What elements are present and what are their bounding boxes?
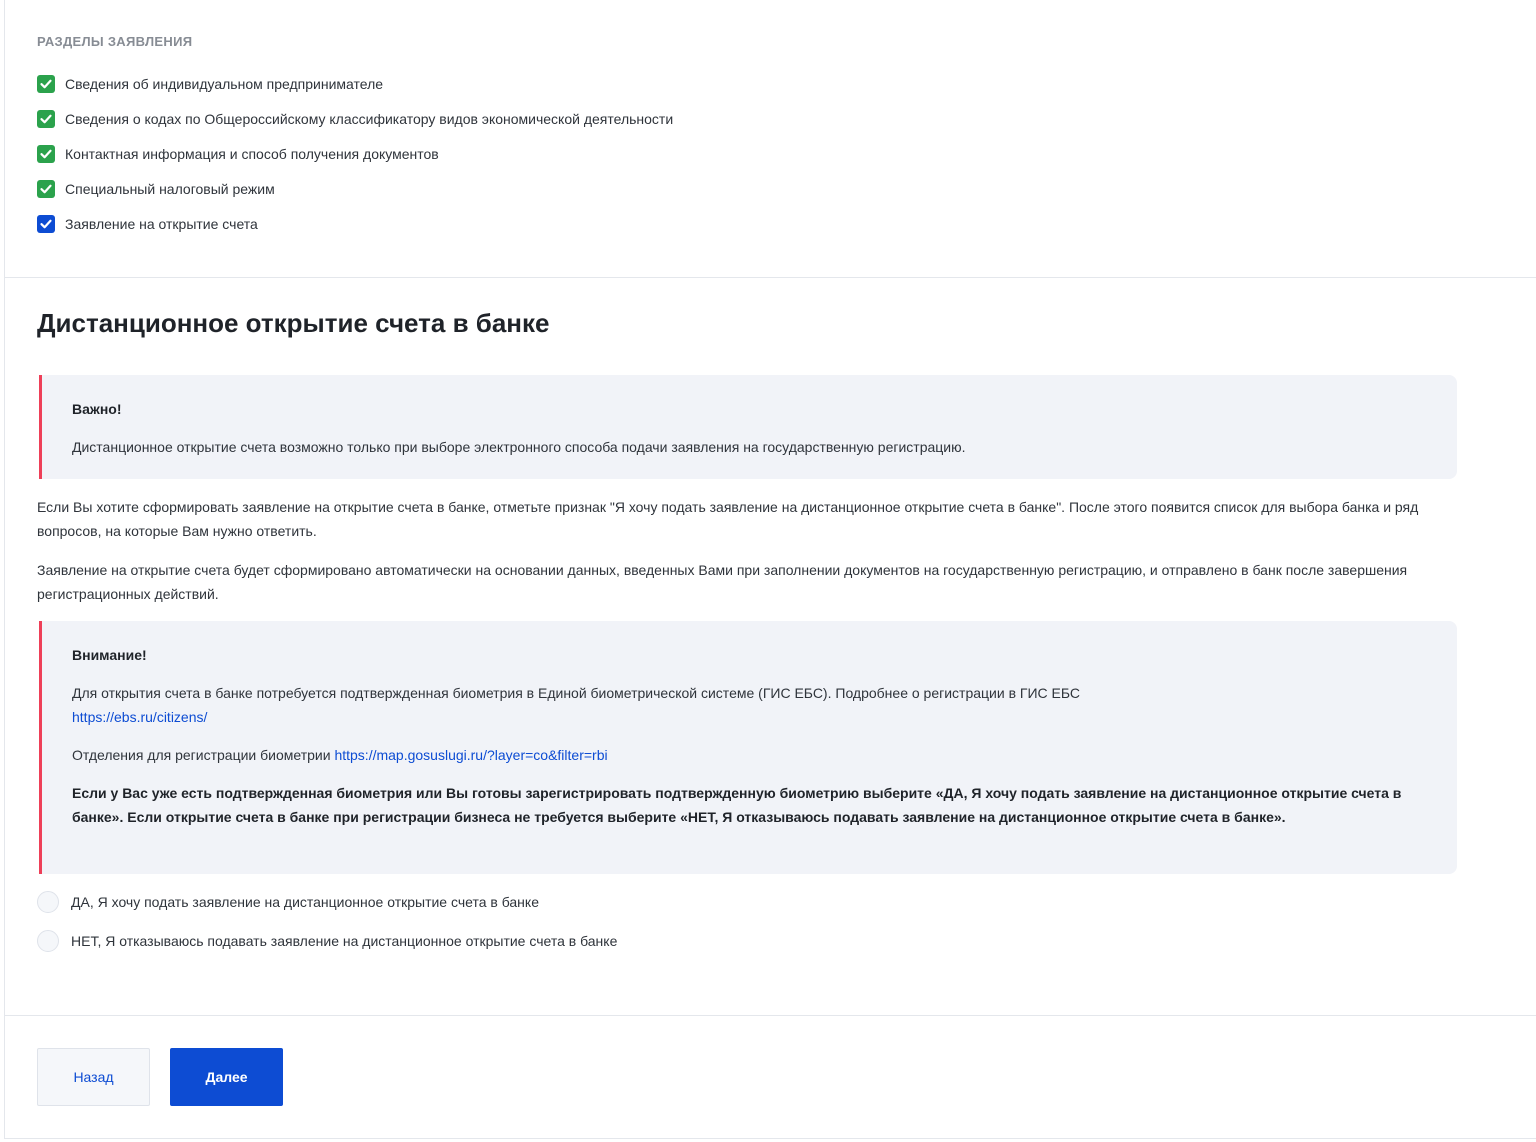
check-icon — [37, 109, 55, 128]
section-item-account-opening[interactable]: Заявление на открытие счета — [37, 206, 1037, 241]
radio-option-yes[interactable]: ДА, Я хочу подать заявление на дистанцио… — [37, 889, 539, 915]
radio-option-no[interactable]: НЕТ, Я отказываюсь подавать заявление на… — [37, 928, 617, 954]
divider — [5, 1015, 1536, 1016]
notice-text: Для открытия счета в банке потребуется п… — [72, 681, 1427, 729]
sections-title: РАЗДЕЛЫ ЗАЯВЛЕНИЯ — [37, 34, 193, 49]
page-title: Дистанционное открытие счета в банке — [37, 308, 550, 338]
divider — [5, 277, 1536, 278]
section-item-tax-regime[interactable]: Специальный налоговый режим — [37, 171, 1037, 206]
offices-text: Отделения для регистрации биометрии — [72, 747, 331, 763]
important-notice: Важно! Дистанционное открытие счета возм… — [39, 375, 1457, 479]
check-icon — [37, 179, 55, 198]
biometry-text: Для открытия счета в банке потребуется п… — [72, 685, 1081, 701]
notice-text: Дистанционное открытие счета возможно то… — [72, 439, 966, 455]
application-page: РАЗДЕЛЫ ЗАЯВЛЕНИЯ Сведения об индивидуал… — [4, 0, 1536, 1139]
section-label: Специальный налоговый режим — [65, 180, 275, 197]
section-item-ip-info[interactable]: Сведения об индивидуальном предпринимате… — [37, 66, 1037, 101]
check-icon — [37, 214, 55, 233]
check-icon — [37, 144, 55, 163]
check-icon — [37, 74, 55, 93]
attention-notice: Внимание! Для открытия счета в банке пот… — [39, 621, 1457, 874]
ebs-link[interactable]: https://ebs.ru/citizens/ — [72, 709, 207, 725]
notice-title: Внимание! — [72, 647, 147, 663]
back-button[interactable]: Назад — [37, 1048, 150, 1106]
next-button[interactable]: Далее — [170, 1048, 283, 1106]
application-sections: РАЗДЕЛЫ ЗАЯВЛЕНИЯ Сведения об индивидуал… — [37, 34, 1037, 241]
radio-label: НЕТ, Я отказываюсь подавать заявление на… — [71, 933, 618, 949]
radio-button[interactable] — [37, 930, 59, 952]
section-label: Контактная информация и способ получения… — [65, 145, 439, 162]
info-paragraph: Если Вы хотите сформировать заявление на… — [37, 499, 1419, 539]
section-label: Сведения об индивидуальном предпринимате… — [65, 75, 384, 92]
notice-bold-text: Если у Вас уже есть подтвержденная биоме… — [72, 785, 1402, 825]
section-label: Заявление на открытие счета — [65, 215, 258, 232]
section-item-okved[interactable]: Сведения о кодах по Общероссийскому клас… — [37, 101, 1037, 136]
notice-text: Отделения для регистрации биометрии http… — [72, 743, 1427, 767]
section-item-contacts[interactable]: Контактная информация и способ получения… — [37, 136, 1037, 171]
radio-label: ДА, Я хочу подать заявление на дистанцио… — [71, 894, 539, 910]
offices-map-link[interactable]: https://map.gosuslugi.ru/?layer=co&filte… — [334, 747, 607, 763]
info-paragraph: Заявление на открытие счета будет сформи… — [37, 562, 1408, 602]
section-label: Сведения о кодах по Общероссийскому клас… — [65, 110, 674, 127]
notice-title: Важно! — [72, 401, 122, 417]
radio-button[interactable] — [37, 891, 59, 913]
